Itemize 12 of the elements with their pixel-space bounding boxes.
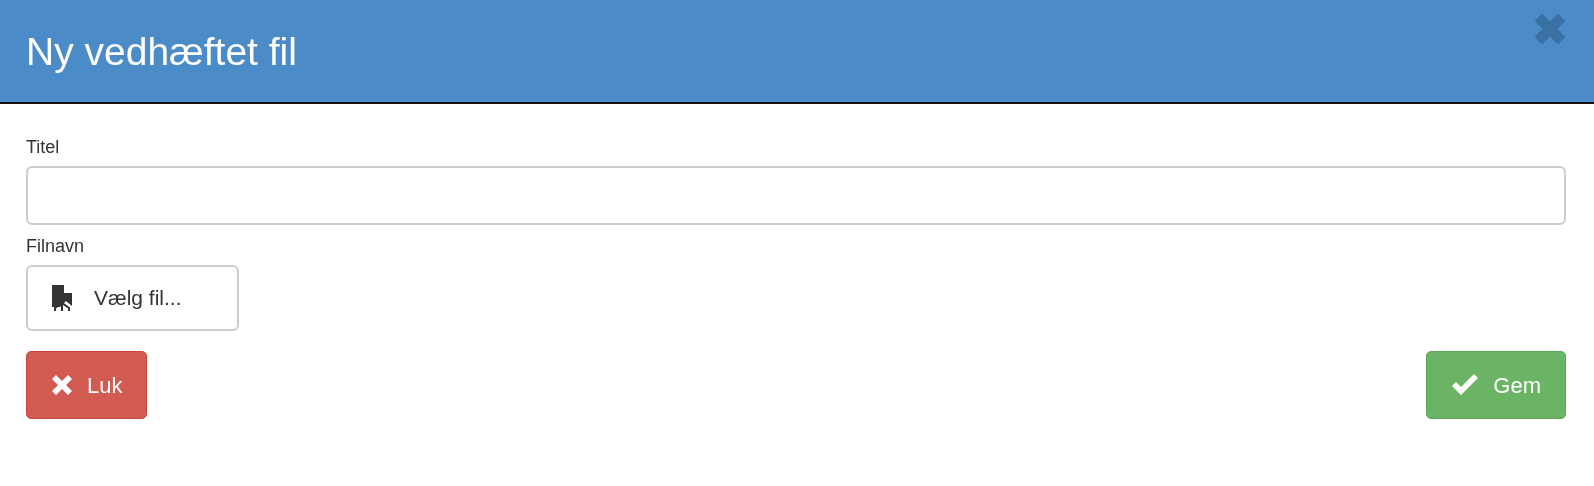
close-icon <box>1532 11 1568 47</box>
close-button[interactable] <box>1532 11 1568 47</box>
check-icon <box>1451 374 1480 396</box>
close-dialog-button[interactable]: Luk <box>26 351 148 419</box>
file-upload-icon <box>52 285 72 311</box>
choose-file-button[interactable]: Vælg fil... <box>26 265 239 331</box>
dialog-title: Ny vedhæftet fil <box>26 31 297 71</box>
field-label: Titel <box>26 136 60 159</box>
close-icon <box>51 374 73 396</box>
field-label: Filnavn <box>26 235 85 258</box>
title-input[interactable] <box>26 166 1566 225</box>
save-button[interactable]: Gem <box>1426 351 1566 419</box>
